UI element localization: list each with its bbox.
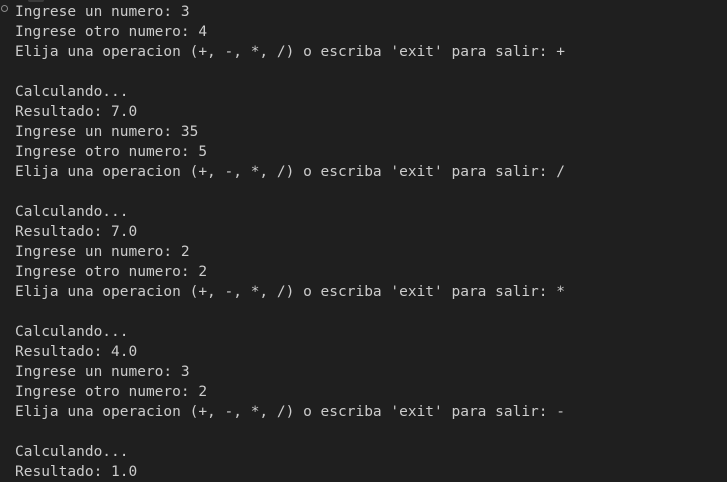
terminal-line: Ingrese otro numero: 5 [15,144,208,160]
terminal-line: Elija una operacion (+, -, *, /) o escri… [15,164,565,180]
terminal-line: Ingrese un numero: 2 [15,244,190,260]
terminal-line: Resultado: 4.0 [15,344,138,360]
terminal-line: Calculando... [15,84,129,100]
terminal-line: Ingrese un numero: 35 [15,124,199,140]
terminal-line: Ingrese otro numero: 2 [15,384,208,400]
terminal-line: Ingrese un numero: 3 [15,4,190,20]
terminal-line: Resultado: 7.0 [15,224,138,240]
terminal-panel[interactable]: Ingrese un numero: 3 Ingrese otro numero:… [0,0,727,482]
command-decoration-circle-icon[interactable] [1,5,8,12]
terminal-line: Elija una operacion (+, -, *, /) o escri… [15,284,565,300]
terminal-line: Calculando... [15,444,129,460]
terminal-line: Ingrese otro numero: 4 [15,24,208,40]
terminal-line: Ingrese un numero: 3 [15,364,190,380]
terminal-line: Resultado: 7.0 [15,104,138,120]
terminal-line: Calculando... [15,324,129,340]
terminal-line: Ingrese otro numero: 2 [15,264,208,280]
terminal-line: Elija una operacion (+, -, *, /) o escri… [15,44,565,60]
terminal-line: Calculando... [15,204,129,220]
terminal-line: Resultado: 1.0 [15,464,138,480]
terminal-line: Elija una operacion (+, -, *, /) o escri… [15,404,565,420]
terminal-output: Ingrese un numero: 3 Ingrese otro numero:… [15,2,727,482]
